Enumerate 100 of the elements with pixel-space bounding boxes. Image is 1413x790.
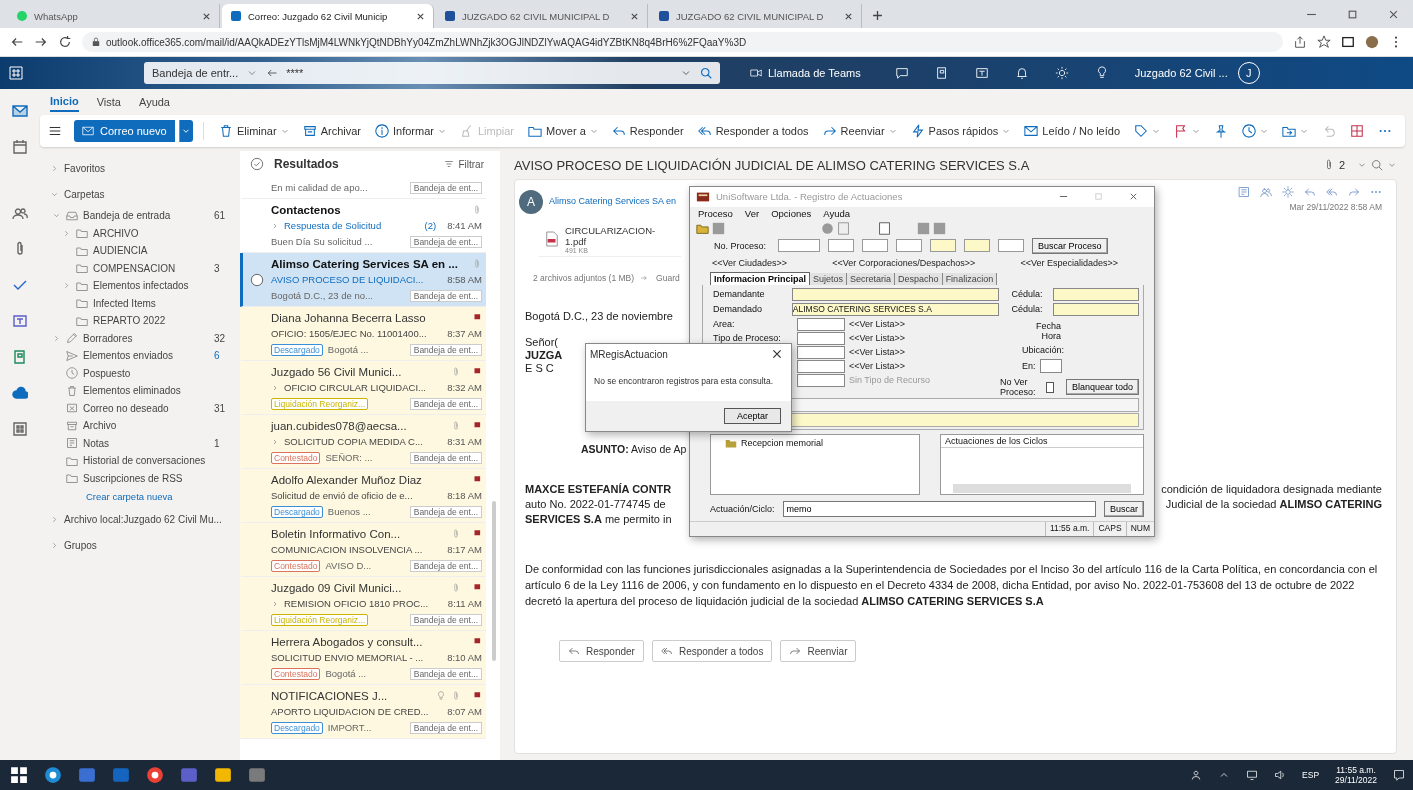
language-indicator[interactable]: ESP <box>1302 770 1320 780</box>
toolbar-button[interactable]: Responder a todos <box>692 119 814 143</box>
scrollbar[interactable] <box>492 501 496 661</box>
process-number-field[interactable] <box>828 239 855 253</box>
menu-icon[interactable] <box>48 124 62 138</box>
close-icon[interactable] <box>1129 192 1138 202</box>
square-tile-icon[interactable] <box>12 313 28 329</box>
folder-item[interactable]: Notas 1 <box>40 434 240 452</box>
chat-icon[interactable] <box>894 66 909 80</box>
teams-call-button[interactable]: Llamada de Teams <box>744 66 867 80</box>
location-field[interactable] <box>1039 359 1062 374</box>
folder-item[interactable]: Archivo <box>40 417 240 435</box>
id-field[interactable] <box>1052 302 1139 316</box>
party-field[interactable] <box>791 287 1000 301</box>
search-process-button[interactable]: Buscar Proceso <box>1032 238 1108 254</box>
chevron-right-icon[interactable] <box>271 599 279 608</box>
list-field[interactable] <box>797 345 845 359</box>
close-icon[interactable] <box>844 11 853 21</box>
folder-item[interactable]: ARCHIVO <box>40 224 240 242</box>
maximize-icon[interactable] <box>1347 9 1358 20</box>
party-field[interactable]: ALIMSO CATERING SERVICES S.A <box>791 302 1000 316</box>
folder-section[interactable]: Carpetas <box>40 181 240 207</box>
browser-tab[interactable]: Correo: Juzgado 62 Civil Municip <box>222 4 434 28</box>
document-icon[interactable] <box>934 66 949 80</box>
people-icon[interactable] <box>1260 186 1272 198</box>
reload-icon[interactable] <box>58 35 72 49</box>
ribbon-tab[interactable]: Inicio <box>50 92 79 112</box>
chevron-right-icon[interactable] <box>271 437 279 446</box>
close-icon[interactable] <box>416 11 425 21</box>
list-field[interactable] <box>797 331 845 345</box>
bell-icon[interactable] <box>1014 66 1029 80</box>
list-field[interactable] <box>797 317 845 331</box>
folder-item[interactable]: AUDIENCIA <box>40 242 240 260</box>
ribbon-tab[interactable]: Ayuda <box>139 93 170 111</box>
close-icon[interactable] <box>630 11 639 21</box>
list-field[interactable] <box>797 373 845 387</box>
message-item[interactable]: Adolfo Alexander Muñoz Diaz Solicitud de envió de oficio de e... 8:18 AM Descargado Buenos ... Bandeja de ent... <box>240 469 486 523</box>
browser-icon[interactable] <box>44 766 62 784</box>
star-icon[interactable] <box>1317 35 1331 49</box>
clear-all-button[interactable]: Blanquear todo <box>1065 379 1139 396</box>
speaker-icon[interactable] <box>1274 769 1287 781</box>
chevron-right-icon[interactable] <box>271 221 279 230</box>
checkbox[interactable] <box>1046 381 1054 393</box>
people-icon[interactable] <box>12 205 28 221</box>
message-item[interactable]: Juzgado 56 Civil Munici... OFICIO CIRCULAR LIQUIDACI... 8:32 AM Liquidación Reorganiz... Bandeja de ent... <box>240 361 486 415</box>
clock-date[interactable]: 29/11/2022 <box>1335 775 1377 785</box>
back-arrow-icon[interactable] <box>10 35 24 49</box>
browser-icon[interactable] <box>146 766 164 784</box>
reply-button[interactable]: Reenviar <box>780 640 857 662</box>
menu-item[interactable]: Opciones <box>771 208 812 220</box>
text-field[interactable] <box>789 398 1139 413</box>
text-field[interactable] <box>789 413 1139 428</box>
message-item[interactable]: NOTIFICACIONES J... APORTO LIQUIDACION DE CRED... 8:07 AM Descargado IMPORT... Bandeja de ent... <box>240 685 486 739</box>
account-name[interactable]: Juzgado 62 Civil ... <box>1134 67 1228 79</box>
folder-scope[interactable]: Bandeja de entr... <box>152 67 239 79</box>
folder-item[interactable]: Pospuesto <box>40 364 240 382</box>
process-number-field[interactable] <box>930 239 957 253</box>
reply-button[interactable]: Responder <box>559 640 644 662</box>
toolbar-button[interactable]: Mover a <box>523 119 603 143</box>
start-icon[interactable] <box>10 766 28 784</box>
process-number-field[interactable] <box>778 239 821 253</box>
form-tab[interactable]: Sujetos <box>810 273 848 286</box>
back-arrow-icon[interactable] <box>266 67 279 79</box>
folder-section[interactable]: Grupos <box>40 532 240 558</box>
close-icon[interactable] <box>202 11 211 21</box>
list-link[interactable]: <<Ver Ciudades>> <box>712 257 788 268</box>
new-mail-dropdown[interactable] <box>178 120 194 142</box>
select-circle-icon[interactable] <box>250 272 264 287</box>
message-item[interactable]: Herrera Abogados y consult... SOLICITUD ENVIO MEMORIAL - ... 8:10 AM Contestado Bogotá ... Bandeja de ent... <box>240 631 486 685</box>
folder-item[interactable]: REPARTO 2022 <box>40 312 240 330</box>
list-field[interactable] <box>797 359 845 373</box>
app-icon[interactable] <box>214 766 232 784</box>
mail-icon[interactable] <box>12 103 28 119</box>
toolbar-button[interactable]: Reenviar <box>817 119 902 143</box>
address-bar[interactable]: outlook.office365.com/mail/id/AAQkADEzYTlsMjM4LWNkYjQtNDBhYy04ZmZhLWNhZjk3OGJlNDZlYwAQAG4idYZBtKN8q4BrH6%2FQaaY%3D <box>82 32 1283 52</box>
network-icon[interactable] <box>1246 769 1259 781</box>
list-link[interactable]: <<Ver Lista>> <box>849 333 906 344</box>
tile-icon[interactable] <box>12 349 28 365</box>
process-number-field[interactable] <box>964 239 991 253</box>
ribbon-tab[interactable]: Vista <box>96 93 121 111</box>
folder-item[interactable]: Correo no deseado 31 <box>40 399 240 417</box>
list-link[interactable]: <<Ver Lista>> <box>849 319 906 330</box>
close-icon[interactable] <box>771 348 783 360</box>
find-button[interactable]: Buscar <box>1104 501 1144 518</box>
app-icon[interactable] <box>248 766 266 784</box>
note-icon[interactable] <box>1238 186 1250 198</box>
message-item[interactable]: Diana Johanna Becerra Lasso OFICIO: 1505/EJEC No. 11001400... 8:37 AM Descargado Bogotá ... Bandeja de ent... <box>240 307 486 361</box>
toolbar-button[interactable]: Pasos rápidos <box>905 119 1016 143</box>
folder-section[interactable]: Archivo local:Juzgado 62 Civil Mu... <box>40 506 240 532</box>
folder-item[interactable]: Infected Items <box>40 294 240 312</box>
notification-icon[interactable] <box>1393 769 1405 781</box>
folder-section[interactable]: Favoritos <box>40 155 240 181</box>
toolbar-button[interactable]: Responder <box>606 119 689 143</box>
chevron-right-icon[interactable] <box>271 383 279 392</box>
form-tab[interactable]: Secretaria <box>847 273 896 286</box>
cycle-field[interactable]: memo <box>782 501 1096 518</box>
search-icon[interactable] <box>700 67 712 79</box>
process-number-field[interactable] <box>862 239 889 253</box>
new-mail-button[interactable]: Correo nuevo <box>74 120 175 142</box>
message-item[interactable]: Alimso Catering Services SA en ... AVISO PROCESO DE LIQUIDACI... 8:58 AM Bogotá D.C., 23 de no... Bandeja de ent... <box>240 253 486 307</box>
